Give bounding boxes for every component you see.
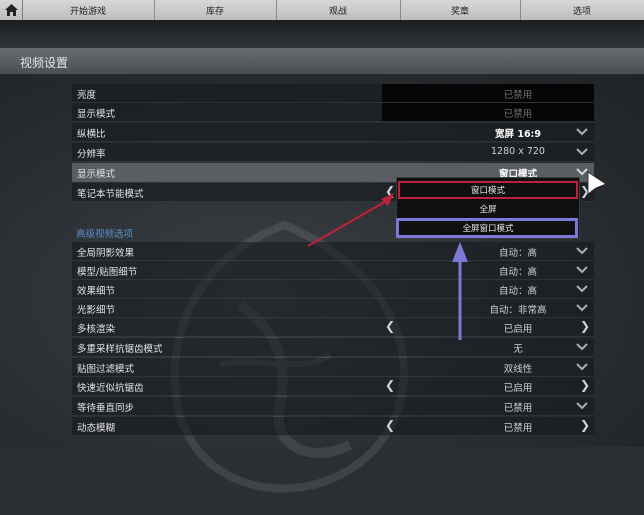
arrow-left-icon[interactable]: ❮: [385, 319, 395, 333]
setting-row-motion-blur[interactable]: 动态模糊 ❮ 已禁用 ❯: [72, 417, 594, 436]
top-nav-bar: 开始游戏 库存 观战 奖章 选项: [0, 0, 644, 21]
setting-row-aspect-ratio[interactable]: 纵横比 宽屏 16:9: [72, 123, 594, 142]
arrow-right-icon[interactable]: ❯: [580, 319, 590, 333]
advanced-video-options-title: 高级视频选项: [76, 229, 134, 240]
header-band: [0, 20, 644, 48]
arrow-right-icon[interactable]: ❯: [580, 184, 590, 198]
setting-row-resolution[interactable]: 分辨率 1280 x 720: [72, 143, 594, 162]
arrow-left-icon[interactable]: ❮: [385, 418, 395, 432]
page-title: 视频设置: [20, 56, 69, 70]
setting-row-fxaa[interactable]: 快速近似抗锯齿 ❮ 已启用 ❯: [72, 377, 594, 396]
chevron-down-icon[interactable]: [575, 282, 589, 296]
home-icon: [4, 4, 18, 16]
annotation-red-box: [398, 181, 578, 199]
chevron-down-icon[interactable]: [575, 360, 589, 374]
home-button[interactable]: [0, 0, 23, 20]
chevron-down-icon[interactable]: [575, 125, 589, 139]
chevron-down-icon[interactable]: [575, 399, 589, 413]
section-header-bar: [0, 48, 644, 75]
chevron-down-icon[interactable]: [575, 340, 589, 354]
nav-tab-inventory[interactable]: 库存: [154, 0, 277, 20]
arrow-right-icon[interactable]: ❯: [580, 378, 590, 392]
setting-row-effect-detail[interactable]: 效果细节 自动：高: [72, 280, 594, 299]
setting-row-global-shadow[interactable]: 全局阴影效果 自动：高: [72, 242, 594, 261]
arrow-left-icon[interactable]: ❮: [385, 378, 395, 392]
arrow-right-icon[interactable]: ❯: [580, 418, 590, 432]
annotation-blue-box: [396, 218, 578, 238]
dropdown-option-fullscreen[interactable]: 全屏: [397, 201, 579, 219]
setting-row-brightness[interactable]: 亮度 已禁用: [72, 84, 594, 103]
setting-row-multicore-rendering[interactable]: 多核渲染 ❮ 已启用 ❯: [72, 318, 594, 337]
setting-row-display-mode-disabled[interactable]: 显示模式 已禁用: [72, 103, 594, 122]
setting-row-msaa-mode[interactable]: 多重采样抗锯齿模式 无: [72, 338, 594, 357]
setting-row-model-texture-detail[interactable]: 模型/贴图细节 自动：高: [72, 261, 594, 280]
setting-row-vsync[interactable]: 等待垂直同步 已禁用: [72, 397, 594, 416]
nav-tab-watch[interactable]: 观战: [276, 0, 401, 20]
nav-tab-play[interactable]: 开始游戏: [22, 0, 155, 20]
nav-tab-medals[interactable]: 奖章: [400, 0, 521, 20]
chevron-down-icon[interactable]: [575, 301, 589, 315]
chevron-down-icon[interactable]: [575, 145, 589, 159]
chevron-down-icon[interactable]: [575, 263, 589, 277]
setting-row-shader-detail[interactable]: 光影细节 自动：非常高: [72, 299, 594, 318]
chevron-down-icon[interactable]: [575, 244, 589, 258]
nav-tab-options[interactable]: 选项: [520, 0, 644, 20]
arrow-left-icon[interactable]: ❮: [385, 184, 395, 198]
setting-row-texture-filtering[interactable]: 贴图过滤模式 双线性: [72, 358, 594, 377]
